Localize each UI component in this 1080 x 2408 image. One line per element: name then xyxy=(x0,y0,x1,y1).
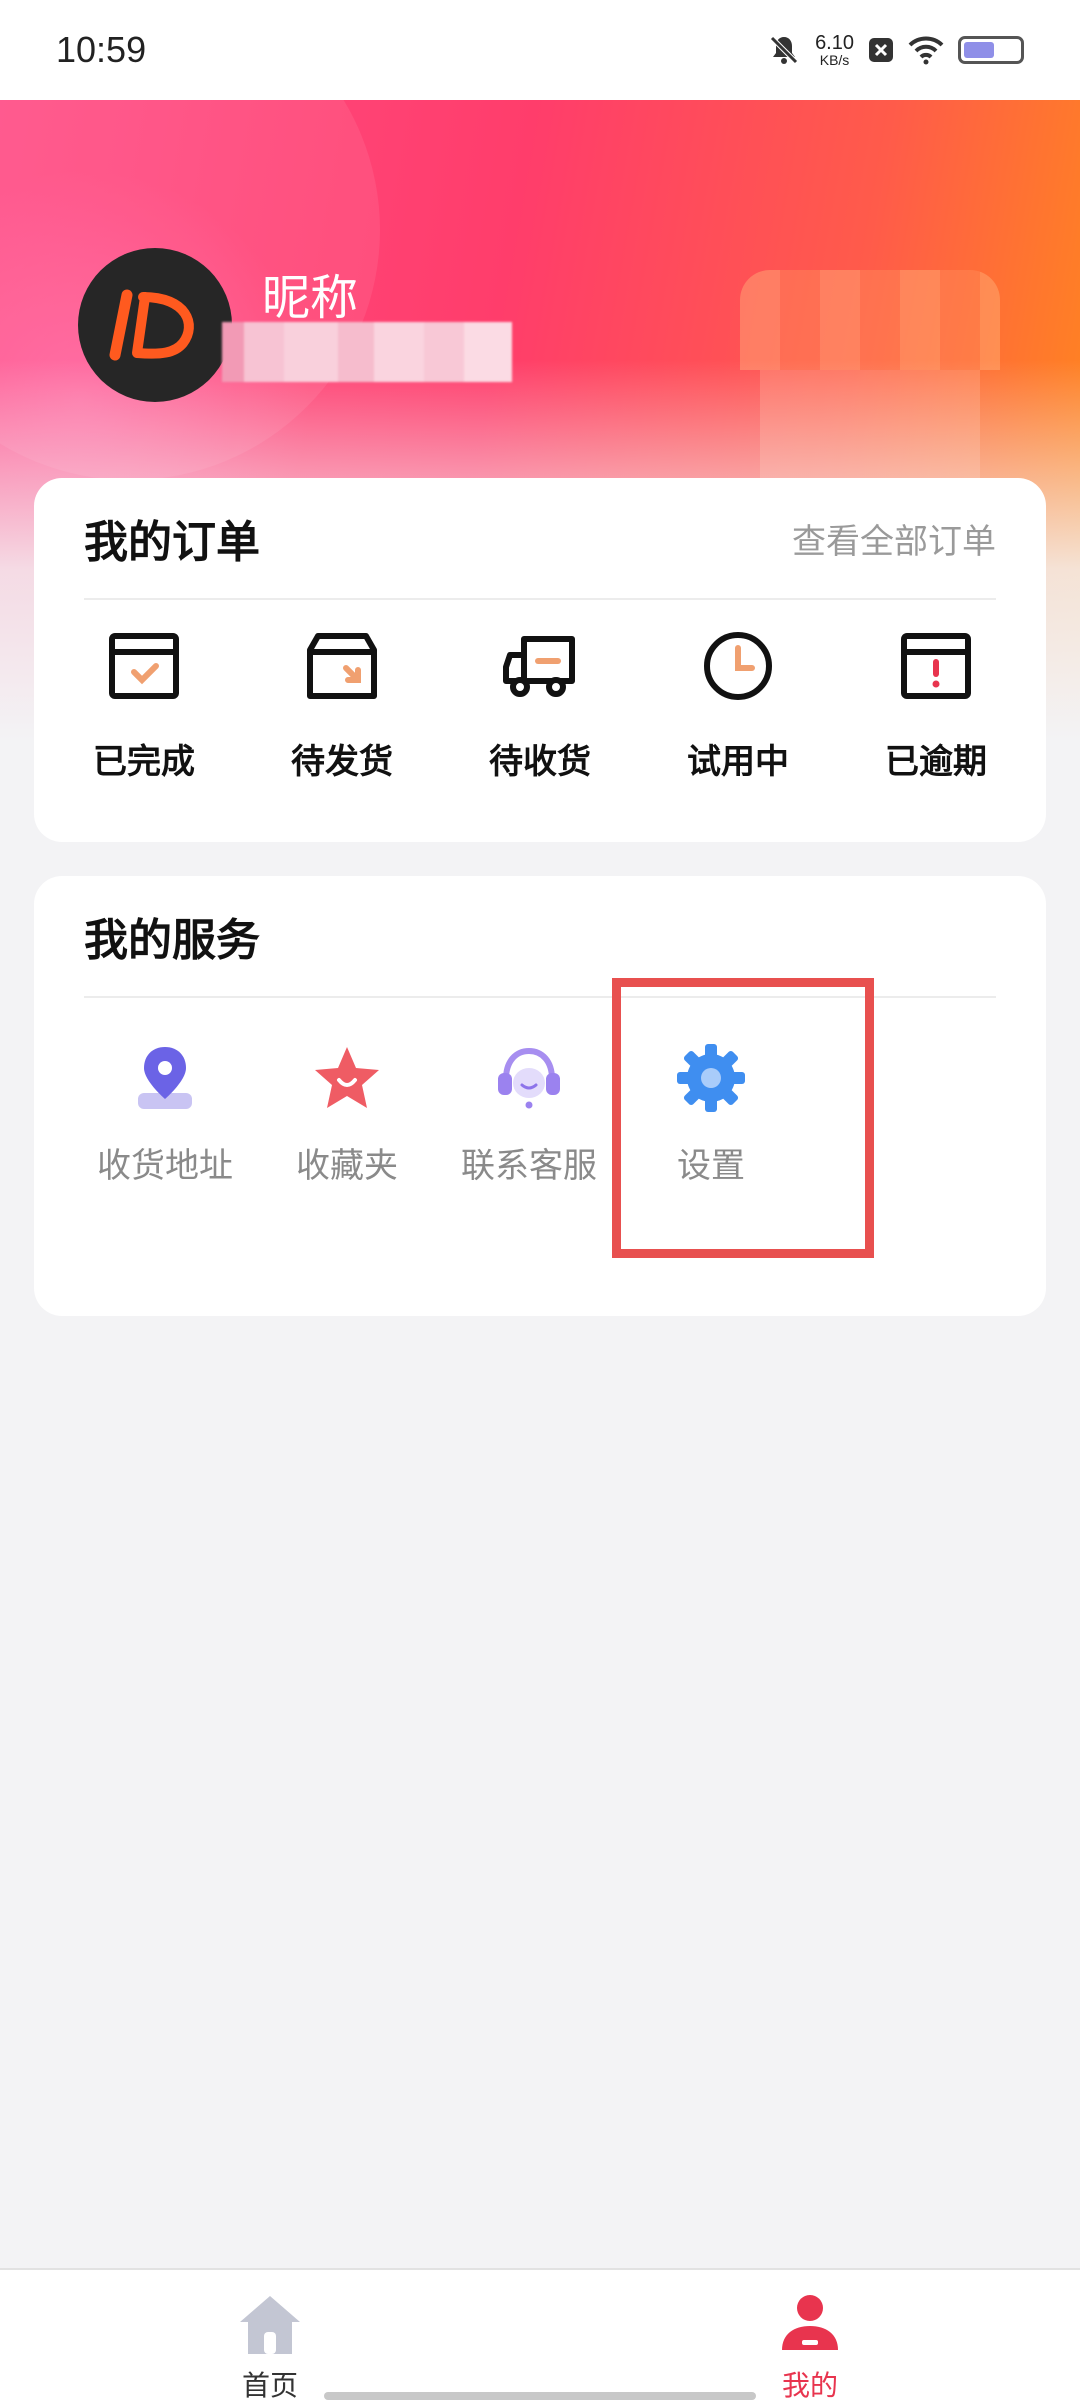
overdue-box-icon xyxy=(900,626,972,706)
order-label: 待发货 xyxy=(291,742,393,782)
order-label: 待收货 xyxy=(489,742,591,782)
nickname[interactable]: 昵称 xyxy=(262,258,358,328)
home-icon xyxy=(236,2292,304,2360)
settings-highlight-box xyxy=(612,978,874,1258)
status-bar: 10:59 6.10 KB/s xyxy=(0,0,1080,100)
service-label: 联系客服 xyxy=(461,1146,597,1186)
service-label: 收货地址 xyxy=(97,1146,233,1186)
home-indicator[interactable] xyxy=(324,2392,756,2400)
battery-icon xyxy=(958,36,1024,64)
profile-icon xyxy=(778,2292,842,2360)
order-label: 已完成 xyxy=(93,742,195,782)
jd-logo-icon xyxy=(109,289,194,361)
nav-label: 首页 xyxy=(241,2369,298,2402)
order-completed[interactable]: 已完成 xyxy=(56,626,232,783)
net-speed-value: 6.10 xyxy=(815,32,854,54)
mute-bell-icon xyxy=(767,33,801,67)
status-time: 10:59 xyxy=(56,29,147,70)
completed-box-icon xyxy=(108,626,180,706)
star-icon xyxy=(312,1038,382,1118)
order-overdue[interactable]: 已逾期 xyxy=(848,626,1024,783)
order-to-ship[interactable]: 待发货 xyxy=(254,626,430,783)
clock-icon xyxy=(702,626,774,706)
wifi-icon xyxy=(908,35,944,65)
status-icons: 6.10 KB/s xyxy=(767,33,1024,67)
battery-fill xyxy=(964,42,994,58)
bottom-nav: 首页 我的 xyxy=(0,2268,1080,2408)
nav-label: 我的 xyxy=(781,2369,838,2402)
user-id-redacted xyxy=(222,322,512,382)
order-label: 已逾期 xyxy=(885,742,987,782)
view-all-orders-link[interactable]: 查看全部订单 xyxy=(792,514,996,563)
net-speed: 6.10 KB/s xyxy=(815,33,854,67)
avatar[interactable] xyxy=(78,248,232,402)
services-title: 我的服务 xyxy=(84,915,260,966)
net-speed-unit: KB/s xyxy=(819,52,850,68)
service-customer-support[interactable]: 联系客服 xyxy=(438,1038,620,1187)
orders-card: 我的订单 查看全部订单 已完成 待发货 待收货 试用中 已逾期 xyxy=(34,478,1046,842)
nav-mine[interactable]: 我的 xyxy=(730,2270,890,2408)
service-address[interactable]: 收货地址 xyxy=(74,1038,256,1187)
close-box-icon xyxy=(868,37,894,63)
service-favorites[interactable]: 收藏夹 xyxy=(256,1038,438,1187)
delivery-truck-icon xyxy=(502,626,578,706)
order-status-row: 已完成 待发货 待收货 试用中 已逾期 xyxy=(34,626,1046,783)
location-pin-icon xyxy=(132,1038,198,1118)
orders-title: 我的订单 xyxy=(84,517,260,568)
order-trial[interactable]: 试用中 xyxy=(650,626,826,783)
service-label: 收藏夹 xyxy=(296,1146,398,1186)
orders-header: 我的订单 查看全部订单 xyxy=(84,478,996,600)
services-card: 我的服务 收货地址 收藏夹 联系客服 设置 xyxy=(34,876,1046,1316)
nav-home[interactable]: 首页 xyxy=(190,2270,350,2408)
order-label: 试用中 xyxy=(687,742,789,782)
headset-icon xyxy=(494,1038,564,1118)
to-ship-box-icon xyxy=(306,626,378,706)
order-to-receive[interactable]: 待收货 xyxy=(452,626,628,783)
service-row: 收货地址 收藏夹 联系客服 设置 xyxy=(34,1038,1046,1187)
